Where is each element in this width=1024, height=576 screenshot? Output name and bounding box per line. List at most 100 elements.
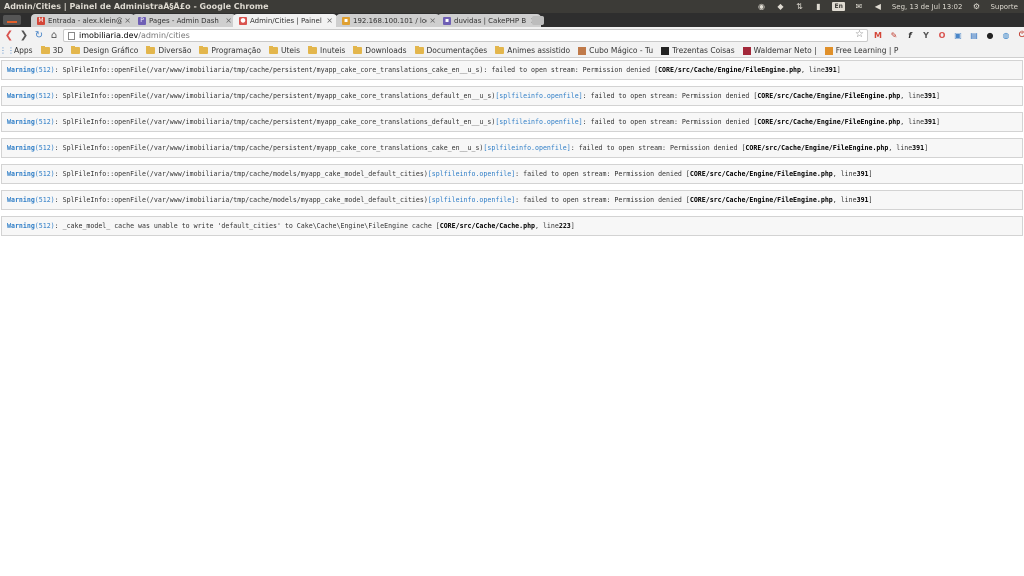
back-arrow-icon[interactable]: ❮ xyxy=(3,30,15,42)
browser-toolbar: ❮ ❯ ↻ ⌂ imobiliaria.dev/admin/cities ☆ M… xyxy=(0,27,1024,44)
bookmark-label: Waldemar Neto | xyxy=(753,46,817,55)
warning-text-continued: : failed to open stream: Permission deni… xyxy=(582,92,758,100)
bookmark-star-icon[interactable]: ☆ xyxy=(855,29,864,40)
opera-extension-icon[interactable]: O xyxy=(936,29,948,41)
bookmark-item[interactable]: Programação xyxy=(199,46,261,55)
function-extension-icon[interactable]: f xyxy=(904,29,916,41)
bookmark-item[interactable]: ⋮⋮ Apps xyxy=(0,46,33,55)
tab-label: Pages - Admin Dash xyxy=(149,16,219,25)
close-tab-icon[interactable]: × xyxy=(124,16,131,25)
tab-label: duvidas | CakePHP B xyxy=(454,16,527,25)
doc-link[interactable]: [splfileinfo.openfile] xyxy=(428,196,515,204)
record-extension-icon[interactable]: ● xyxy=(984,29,996,41)
warning-text: : SplFileInfo::openFile(/var/www/imobili… xyxy=(54,170,428,178)
url-host: imobiliaria.dev xyxy=(79,31,139,40)
user-menu[interactable]: Suporte xyxy=(990,3,1018,11)
warning-line-number: 391 xyxy=(924,118,936,126)
warning-line-text: , line xyxy=(832,196,857,204)
browser-tab[interactable]: ▪ 192.168.100.101 / loc × xyxy=(336,14,440,27)
lock-extension-icon[interactable]: ▣ xyxy=(952,29,964,41)
doc-link[interactable]: [splfileinfo.openfile] xyxy=(428,170,515,178)
warning-end: ] xyxy=(868,170,873,178)
tools-extension-icon[interactable]: ✎ xyxy=(888,29,900,41)
doc-link[interactable]: [splfileinfo.openfile] xyxy=(495,92,582,100)
window-title: Admin/Cities | Painel de AdministraÃ§Ã£o… xyxy=(4,2,269,11)
warning-text: : SplFileInfo::openFile(/var/www/imobili… xyxy=(54,144,484,152)
warning-end: ] xyxy=(924,144,929,152)
warning-label: Warning xyxy=(7,144,35,152)
chrome-extension-icon[interactable]: ◍ xyxy=(1000,29,1012,41)
tab-favicon-icon: ● xyxy=(239,16,247,25)
bookmark-label: Documentações xyxy=(426,46,488,55)
doc-link[interactable]: [splfileinfo.openfile] xyxy=(483,144,570,152)
browser-tab[interactable]: P Pages - Admin Dash × xyxy=(132,14,236,27)
warning-file: CORE/src/Cache/Engine/FileEngine.php xyxy=(689,170,833,178)
site-favicon-icon xyxy=(742,46,751,55)
warning-end: ] xyxy=(570,222,575,230)
warning-end: ] xyxy=(936,118,940,126)
bookmark-item[interactable]: Downloads xyxy=(353,46,407,55)
bookmark-item[interactable]: Waldemar Neto | xyxy=(742,46,817,55)
folder-icon xyxy=(353,46,363,54)
folder-icon xyxy=(308,46,318,54)
apps-grid-icon: ⋮⋮ xyxy=(0,46,15,55)
bookmark-label: Design Gráfico xyxy=(83,46,139,55)
folder-extension-icon[interactable]: ▤ xyxy=(968,29,980,41)
hp-icon[interactable]: ◉ xyxy=(756,2,766,12)
warning-file: CORE/src/Cache/Engine/FileEngine.php xyxy=(689,196,833,204)
warning-line-number: 391 xyxy=(856,196,869,204)
bookmark-item[interactable]: Cubo Mágico - Tu xyxy=(578,46,653,55)
warning-code: (512) xyxy=(34,66,55,74)
warning-message: Warning (512): SplFileInfo::openFile(/va… xyxy=(1,164,1023,184)
warning-label: Warning xyxy=(7,118,35,126)
bookmark-item[interactable]: Animes assistido xyxy=(495,46,570,55)
new-tab-button[interactable] xyxy=(532,16,544,25)
gmail-extension-icon[interactable]: M xyxy=(872,29,884,41)
keyboard-layout-indicator[interactable]: En xyxy=(832,2,845,11)
bookmark-item[interactable]: Inuteis xyxy=(308,46,345,55)
bookmark-item[interactable]: Design Gráfico xyxy=(71,46,138,55)
warning-message: Warning (512): SplFileInfo::openFile(/va… xyxy=(1,60,1023,80)
warning-code: (512) xyxy=(34,92,55,100)
network-icon[interactable]: ⇅ xyxy=(794,2,804,12)
browser-tab[interactable]: M Entrada - alex.klein@ × xyxy=(31,14,135,27)
profile-badge-icon[interactable] xyxy=(3,15,21,25)
bookmark-item[interactable]: Diversão xyxy=(146,46,191,55)
browser-tab[interactable]: ▪duvidas | CakePHP B× xyxy=(437,14,541,27)
forward-arrow-icon[interactable]: ❯ xyxy=(18,30,30,42)
bookmark-item[interactable]: Uteis xyxy=(268,46,301,55)
folder-icon xyxy=(71,46,81,54)
close-tab-icon[interactable]: × xyxy=(225,16,232,25)
battery-icon[interactable]: ▮ xyxy=(813,2,823,12)
warning-message: Warning (512): _cake_model_ cache was un… xyxy=(1,216,1023,236)
page-content: Warning (512): SplFileInfo::openFile(/va… xyxy=(0,58,1024,576)
reload-icon[interactable]: ↻ xyxy=(33,30,45,42)
bookmark-label: Trezentas Coisas xyxy=(672,46,735,55)
address-bar[interactable]: imobiliaria.dev/admin/cities xyxy=(63,29,868,42)
warning-text: : SplFileInfo::openFile(/var/www/imobili… xyxy=(54,196,428,204)
mail-icon[interactable]: ✉ xyxy=(854,2,864,12)
warning-line-number: 391 xyxy=(856,170,869,178)
close-tab-icon[interactable]: × xyxy=(326,16,333,25)
bookmark-label: Uteis xyxy=(280,46,301,55)
dropbox-icon[interactable]: ◆ xyxy=(775,2,785,12)
gear-icon[interactable]: ⚙ xyxy=(971,2,981,12)
volume-icon[interactable]: ◀ xyxy=(873,2,883,12)
power-extension-icon[interactable]: ⏻ xyxy=(1016,29,1024,41)
tab-favicon-icon: M xyxy=(37,16,45,25)
warning-line-text: , line xyxy=(832,170,857,178)
warning-label: Warning xyxy=(7,66,35,74)
warning-line-number: 223 xyxy=(558,222,571,230)
bookmark-item[interactable]: Free Learning | P xyxy=(824,46,898,55)
warning-line-text: , line xyxy=(900,92,925,100)
bookmark-item[interactable]: Documentações xyxy=(414,46,488,55)
browser-tab[interactable]: ● Admin/Cities | Painel × xyxy=(233,14,337,27)
doc-link[interactable]: [splfileinfo.openfile] xyxy=(495,118,582,126)
y-extension-icon[interactable]: Y xyxy=(920,29,932,41)
bookmark-item[interactable]: 3D xyxy=(40,46,63,55)
bookmark-item[interactable]: Trezentas Coisas xyxy=(661,46,735,55)
clock[interactable]: Seg, 13 de Jul 13:02 xyxy=(892,3,963,11)
bookmark-label: Downloads xyxy=(365,46,407,55)
close-tab-icon[interactable]: × xyxy=(429,16,436,25)
home-icon[interactable]: ⌂ xyxy=(48,30,60,42)
